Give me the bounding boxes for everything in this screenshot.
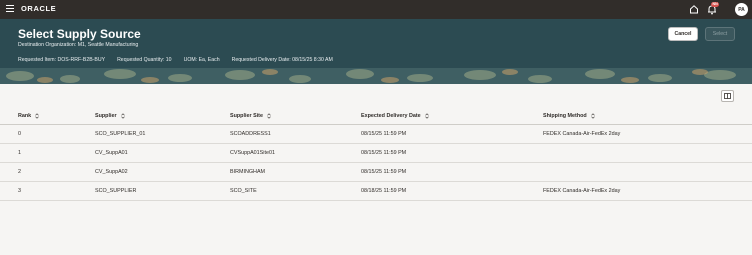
cancel-button[interactable]: Cancel	[668, 27, 698, 41]
uom: UOM: Ea, Each	[183, 57, 220, 63]
expected-delivery-date-cell: 08/15/25 11:59 PM	[361, 169, 407, 175]
expected-delivery-date-cell: 08/15/25 11:59 PM	[361, 131, 407, 137]
supplier-cell: SCO_SUPPLIER_01	[95, 131, 146, 137]
table-row[interactable]: 2 CV_SuppA02 BIRMINGHAM 08/15/25 11:59 P…	[0, 163, 752, 182]
rank-cell: 3	[18, 188, 21, 194]
table-row[interactable]: 0 SCO_SUPPLIER_01 SCOADDRESS1 08/15/25 1…	[0, 125, 752, 144]
expected-delivery-date-cell: 08/18/25 11:59 PM	[361, 188, 407, 194]
oracle-logo[interactable]: ORACLE	[21, 4, 56, 13]
supplier-cell: CV_SuppA01	[95, 150, 128, 156]
supply-source-table: Rank Supplier Supplier Site Expected Del…	[0, 107, 752, 201]
rank-cell: 2	[18, 169, 21, 175]
requested-delivery-date: Requested Delivery Date: 08/15/25 8:30 A…	[231, 57, 333, 63]
column-header-rank[interactable]: Rank	[18, 113, 39, 119]
table-row[interactable]: 1 CV_SuppA01 CVSuppA01Site01 08/15/25 11…	[0, 144, 752, 163]
home-icon[interactable]	[689, 4, 699, 14]
supplier-site-cell: CVSuppA01Site01	[230, 150, 275, 156]
supplier-site-cell: SCOADDRESS1	[230, 131, 271, 137]
column-header-shipping-method[interactable]: Shipping Method	[543, 113, 595, 119]
page-title: Select Supply Source	[18, 27, 141, 41]
user-avatar[interactable]: PA	[735, 3, 748, 16]
requested-item: Requested Item: DOS-RRF-B2B-BUY	[18, 57, 106, 63]
columns-icon[interactable]	[721, 90, 734, 102]
column-header-supplier[interactable]: Supplier	[95, 113, 125, 119]
rank-cell: 1	[18, 150, 21, 156]
select-button[interactable]: Select	[705, 27, 735, 41]
expected-delivery-date-cell: 08/15/25 11:59 PM	[361, 150, 407, 156]
supplier-site-cell: BIRMINGHAM	[230, 169, 266, 175]
top-bar: ORACLE NN PA	[0, 0, 752, 19]
supplier-cell: SCO_SUPPLIER	[95, 188, 137, 194]
column-header-supplier-site[interactable]: Supplier Site	[230, 113, 271, 119]
notification-badge: NN	[711, 2, 720, 7]
header-decorative-pattern	[0, 68, 752, 84]
shipping-method-cell: FEDEX Canada-Air-FedEx 2day	[543, 188, 621, 194]
requested-quantity: Requested Quantity: 10	[117, 57, 172, 63]
table-row[interactable]: 3 SCO_SUPPLIER SCO_SITE 08/18/25 11:59 P…	[0, 182, 752, 201]
request-details: Requested Item: DOS-RRF-B2B-BUY Requeste…	[18, 57, 345, 63]
hamburger-icon[interactable]	[6, 5, 14, 12]
sort-icon[interactable]	[267, 112, 271, 119]
table-header-row: Rank Supplier Supplier Site Expected Del…	[0, 107, 752, 125]
supplier-site-cell: SCO_SITE	[230, 188, 257, 194]
sort-icon[interactable]	[424, 112, 429, 119]
page-header: Select Supply Source Destination Organiz…	[0, 19, 752, 84]
column-header-expected-delivery-date[interactable]: Expected Delivery Date	[361, 113, 429, 119]
rank-cell: 0	[18, 131, 21, 137]
shipping-method-cell: FEDEX Canada-Air-FedEx 2day	[543, 131, 621, 137]
supplier-cell: CV_SuppA02	[95, 169, 128, 175]
destination-organization: Destination Organization: M1, Seattle Ma…	[18, 42, 139, 48]
sort-icon[interactable]	[35, 112, 39, 119]
sort-icon[interactable]	[120, 112, 125, 119]
sort-icon[interactable]	[591, 112, 595, 119]
